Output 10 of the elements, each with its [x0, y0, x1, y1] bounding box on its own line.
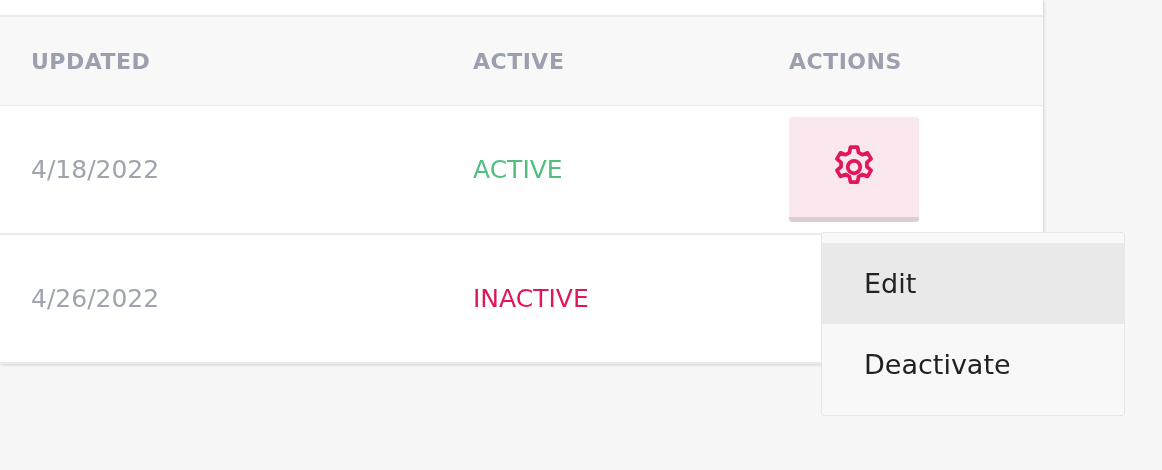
menu-item[interactable]: Edit — [822, 243, 1124, 324]
table-cell-text: 4/26/2022 — [30, 284, 161, 313]
column-header: ACTIONS — [789, 48, 903, 74]
column-header: UPDATED — [30, 48, 152, 74]
settings-button[interactable] — [789, 117, 919, 222]
table-cell-text: 4/18/2022 — [30, 155, 161, 184]
column-header: ACTIVE — [473, 48, 566, 74]
status-label: INACTIVE — [473, 284, 590, 313]
menu-item[interactable]: Deactivate — [822, 324, 1124, 405]
status-label: ACTIVE — [473, 155, 564, 184]
